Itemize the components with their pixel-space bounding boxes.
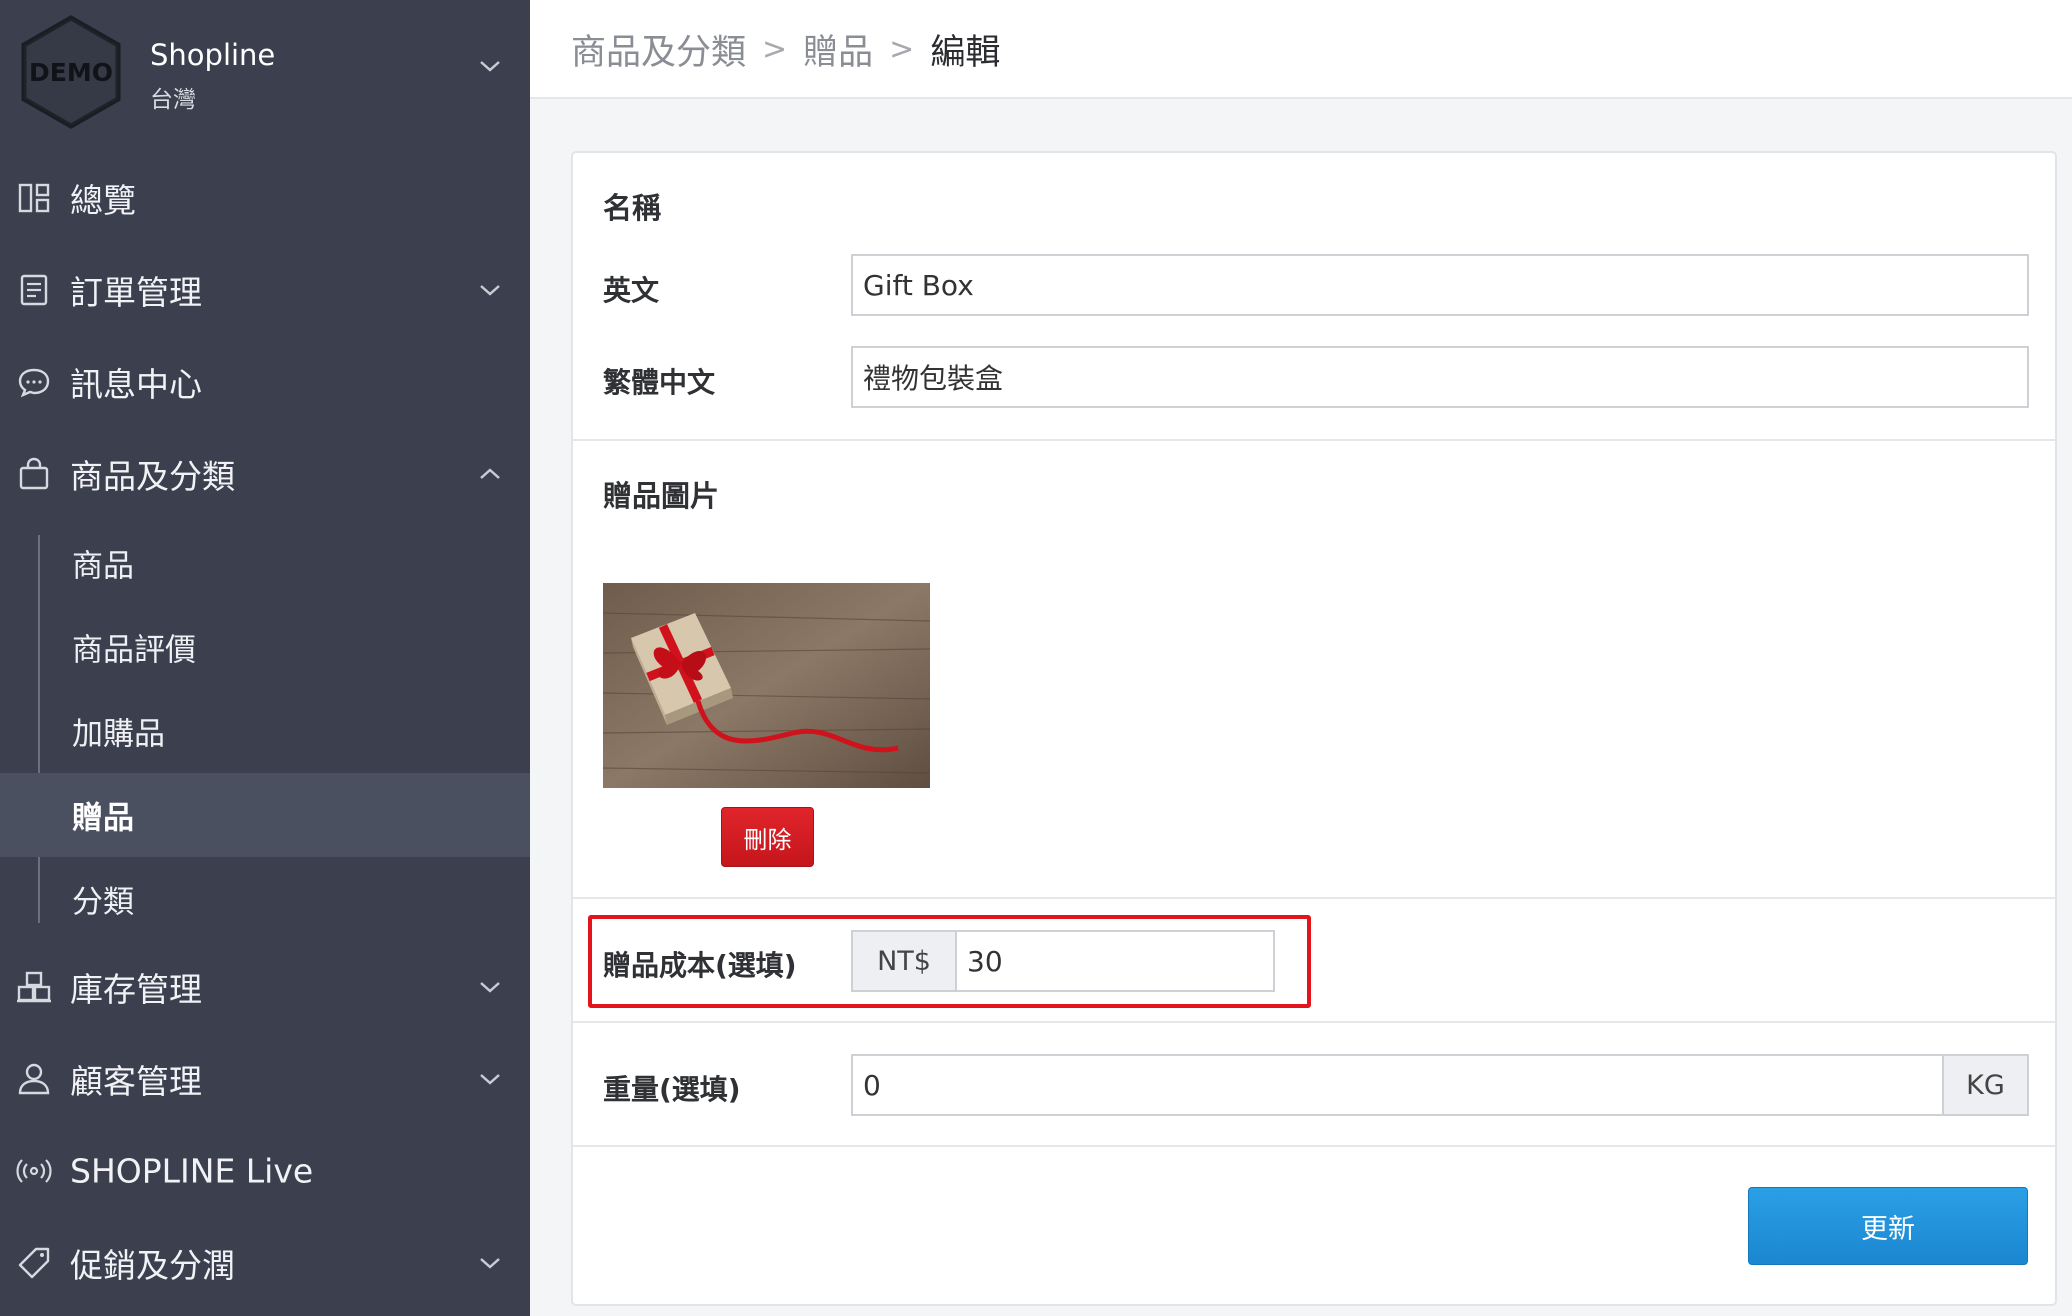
store-name: Shopline <box>150 38 276 72</box>
name-section-title: 名稱 <box>603 191 662 225</box>
nav-shopline-live[interactable]: SHOPLINE Live <box>0 1125 530 1217</box>
subnav-add-ons-label: 加購品 <box>72 716 165 753</box>
breadcrumb-products-categories[interactable]: 商品及分類 <box>571 24 746 75</box>
subnav-products-label: 商品 <box>72 548 134 585</box>
shopping-bag-icon <box>19 457 49 490</box>
subnav-product-reviews-label: 商品評價 <box>72 632 196 669</box>
logo-text: DEMO <box>29 58 113 87</box>
breadcrumb-separator: > <box>762 32 788 67</box>
breadcrumb: 商品及分類 > 贈品 > 編輯 <box>571 24 1000 75</box>
nav-messages-label: 訊息中心 <box>70 365 202 404</box>
gift-image <box>603 583 930 788</box>
chevron-down-icon <box>480 285 500 296</box>
delete-image-button[interactable]: 刪除 <box>721 807 814 867</box>
demo-logo: DEMO <box>21 15 121 129</box>
chevron-down-icon <box>480 982 500 993</box>
chevron-down-icon <box>480 1074 500 1085</box>
weight-label: 重量(選填) <box>603 1073 741 1106</box>
store-region: 台灣 <box>150 87 196 113</box>
boxes-icon <box>17 971 51 1003</box>
divider <box>573 1021 2055 1023</box>
document-icon <box>20 274 48 306</box>
top-bar: 商品及分類 > 贈品 > 編輯 <box>530 0 2072 99</box>
nav-shopline-live-label: SHOPLINE Live <box>70 1151 314 1191</box>
nav-products-categories-label: 商品及分類 <box>70 457 235 496</box>
breadcrumb-gifts[interactable]: 贈品 <box>803 24 873 75</box>
gift-edit-form: 名稱 英文 Gift Box 繁體中文 禮物包裝盒 贈品圖片 刪除 贈品成本(選… <box>571 151 2057 1306</box>
sidebar: DEMO Shopline 台灣 總覽 訂單管理 訊息中心 商品及分類 商品 商… <box>0 0 530 1316</box>
gift-cost-input[interactable]: 30 <box>955 930 1275 992</box>
update-button[interactable]: 更新 <box>1748 1187 2028 1265</box>
nav-inventory[interactable]: 庫存管理 <box>0 941 530 1033</box>
divider <box>573 439 2055 441</box>
chinese-name-label: 繁體中文 <box>603 366 716 399</box>
breadcrumb-separator: > <box>889 32 915 67</box>
gift-cost-label: 贈品成本(選填) <box>603 949 797 982</box>
user-icon <box>18 1063 50 1095</box>
subnav-categories-label: 分類 <box>72 884 134 921</box>
broadcast-icon <box>16 1159 52 1183</box>
subnav-categories[interactable]: 分類 <box>0 857 530 941</box>
gift-image-section-title: 贈品圖片 <box>603 479 720 513</box>
tag-icon <box>18 1247 50 1279</box>
nav-overview[interactable]: 總覽 <box>0 152 530 244</box>
subnav-add-ons[interactable]: 加購品 <box>0 689 530 773</box>
nav-overview-label: 總覽 <box>70 181 136 220</box>
chevron-down-icon <box>480 1258 500 1269</box>
nav-inventory-label: 庫存管理 <box>70 970 202 1009</box>
english-name-input[interactable]: Gift Box <box>851 254 2029 316</box>
chat-icon <box>18 368 50 398</box>
nav-products-categories[interactable]: 商品及分類 <box>0 428 530 520</box>
nav-messages[interactable]: 訊息中心 <box>0 336 530 428</box>
chevron-up-icon <box>480 468 500 479</box>
nav-customers-label: 顧客管理 <box>70 1062 202 1101</box>
currency-addon: NT$ <box>851 930 957 992</box>
subnav-product-reviews[interactable]: 商品評價 <box>0 605 530 689</box>
weight-unit-addon: KG <box>1942 1054 2029 1116</box>
english-name-label: 英文 <box>603 274 660 307</box>
nav-orders-label: 訂單管理 <box>70 273 202 312</box>
chinese-name-input[interactable]: 禮物包裝盒 <box>851 346 2029 408</box>
divider <box>573 1145 2055 1147</box>
store-switcher[interactable]: DEMO Shopline 台灣 <box>0 0 530 145</box>
subnav-gifts[interactable]: 贈品 <box>0 773 530 857</box>
subnav-gifts-label: 贈品 <box>72 800 134 837</box>
nav-customers[interactable]: 顧客管理 <box>0 1033 530 1125</box>
dashboard-icon <box>18 183 50 213</box>
subnav-products[interactable]: 商品 <box>0 521 530 605</box>
nav-orders[interactable]: 訂單管理 <box>0 244 530 336</box>
nav-promotions[interactable]: 促銷及分潤 <box>0 1217 530 1309</box>
chevron-down-icon <box>480 61 500 72</box>
divider <box>573 897 2055 899</box>
breadcrumb-current: 編輯 <box>930 33 1001 73</box>
nav-promotions-label: 促銷及分潤 <box>70 1246 235 1285</box>
weight-input[interactable]: 0 <box>851 1054 1944 1116</box>
